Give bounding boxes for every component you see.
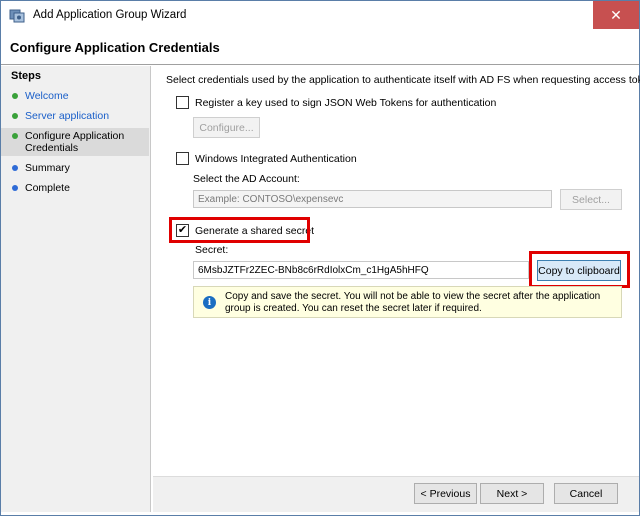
steps-pane: Steps Welcome Server application Configu… — [1, 66, 151, 512]
step-label: Server application — [25, 110, 110, 122]
register-key-option[interactable]: Register a key used to sign JSON Web Tok… — [176, 96, 496, 109]
select-account-button[interactable]: Select... — [560, 189, 622, 210]
windows-auth-checkbox[interactable] — [176, 152, 189, 165]
secret-label: Secret: — [195, 244, 229, 256]
window-title: Add Application Group Wizard — [33, 9, 187, 21]
close-button[interactable]: ✕ — [593, 1, 639, 29]
windows-auth-label: Windows Integrated Authentication — [195, 152, 357, 165]
intro-text: Select credentials used by the applicati… — [166, 74, 640, 86]
wizard-window: Add Application Group Wizard ✕ Configure… — [0, 0, 640, 516]
step-status-dot — [12, 133, 18, 139]
next-button[interactable]: Next > — [480, 483, 544, 504]
step-status-dot — [12, 93, 18, 99]
step-status-dot — [12, 113, 18, 119]
footer-bar: < Previous Next > Cancel — [153, 476, 639, 512]
page-header: Configure Application Credentials — [1, 29, 639, 65]
close-icon: ✕ — [610, 6, 622, 23]
secret-field[interactable]: 6MsbJZTFr2ZEC-BNb8c6rRdIolxCm_c1HgA5hHFQ — [193, 261, 529, 279]
step-status-dot — [12, 165, 18, 171]
step-label: Welcome — [25, 90, 69, 102]
steps-title: Steps — [11, 70, 41, 82]
step-complete[interactable]: Complete — [1, 182, 151, 194]
ad-account-field[interactable]: Example: CONTOSO\expensevc — [193, 190, 552, 208]
highlight-copy-button — [529, 251, 630, 288]
info-icon: i — [203, 296, 216, 309]
step-status-dot — [12, 185, 18, 191]
cancel-button[interactable]: Cancel — [554, 483, 618, 504]
step-label: Configure Application Credentials — [25, 130, 125, 154]
info-box: i Copy and save the secret. You will not… — [193, 286, 622, 318]
configure-button[interactable]: Configure... — [193, 117, 260, 138]
step-configure-application-credentials[interactable]: Configure Application Credentials — [1, 128, 149, 156]
step-summary[interactable]: Summary — [1, 162, 151, 174]
page-title: Configure Application Credentials — [10, 40, 220, 55]
step-label: Summary — [25, 162, 70, 174]
step-label: Complete — [25, 182, 70, 194]
step-welcome[interactable]: Welcome — [1, 90, 151, 102]
register-key-label: Register a key used to sign JSON Web Tok… — [195, 96, 497, 109]
step-server-application[interactable]: Server application — [1, 110, 151, 122]
adfs-app-icon — [9, 7, 25, 23]
main-content: Select credentials used by the applicati… — [153, 66, 640, 476]
register-key-checkbox[interactable] — [176, 96, 189, 109]
previous-button[interactable]: < Previous — [414, 483, 477, 504]
info-text: Copy and save the secret. You will not b… — [225, 291, 601, 314]
windows-auth-option[interactable]: Windows Integrated Authentication — [176, 152, 357, 165]
ad-account-label: Select the AD Account: — [193, 173, 300, 185]
highlight-shared-secret — [169, 217, 310, 243]
title-bar: Add Application Group Wizard ✕ — [1, 1, 639, 29]
